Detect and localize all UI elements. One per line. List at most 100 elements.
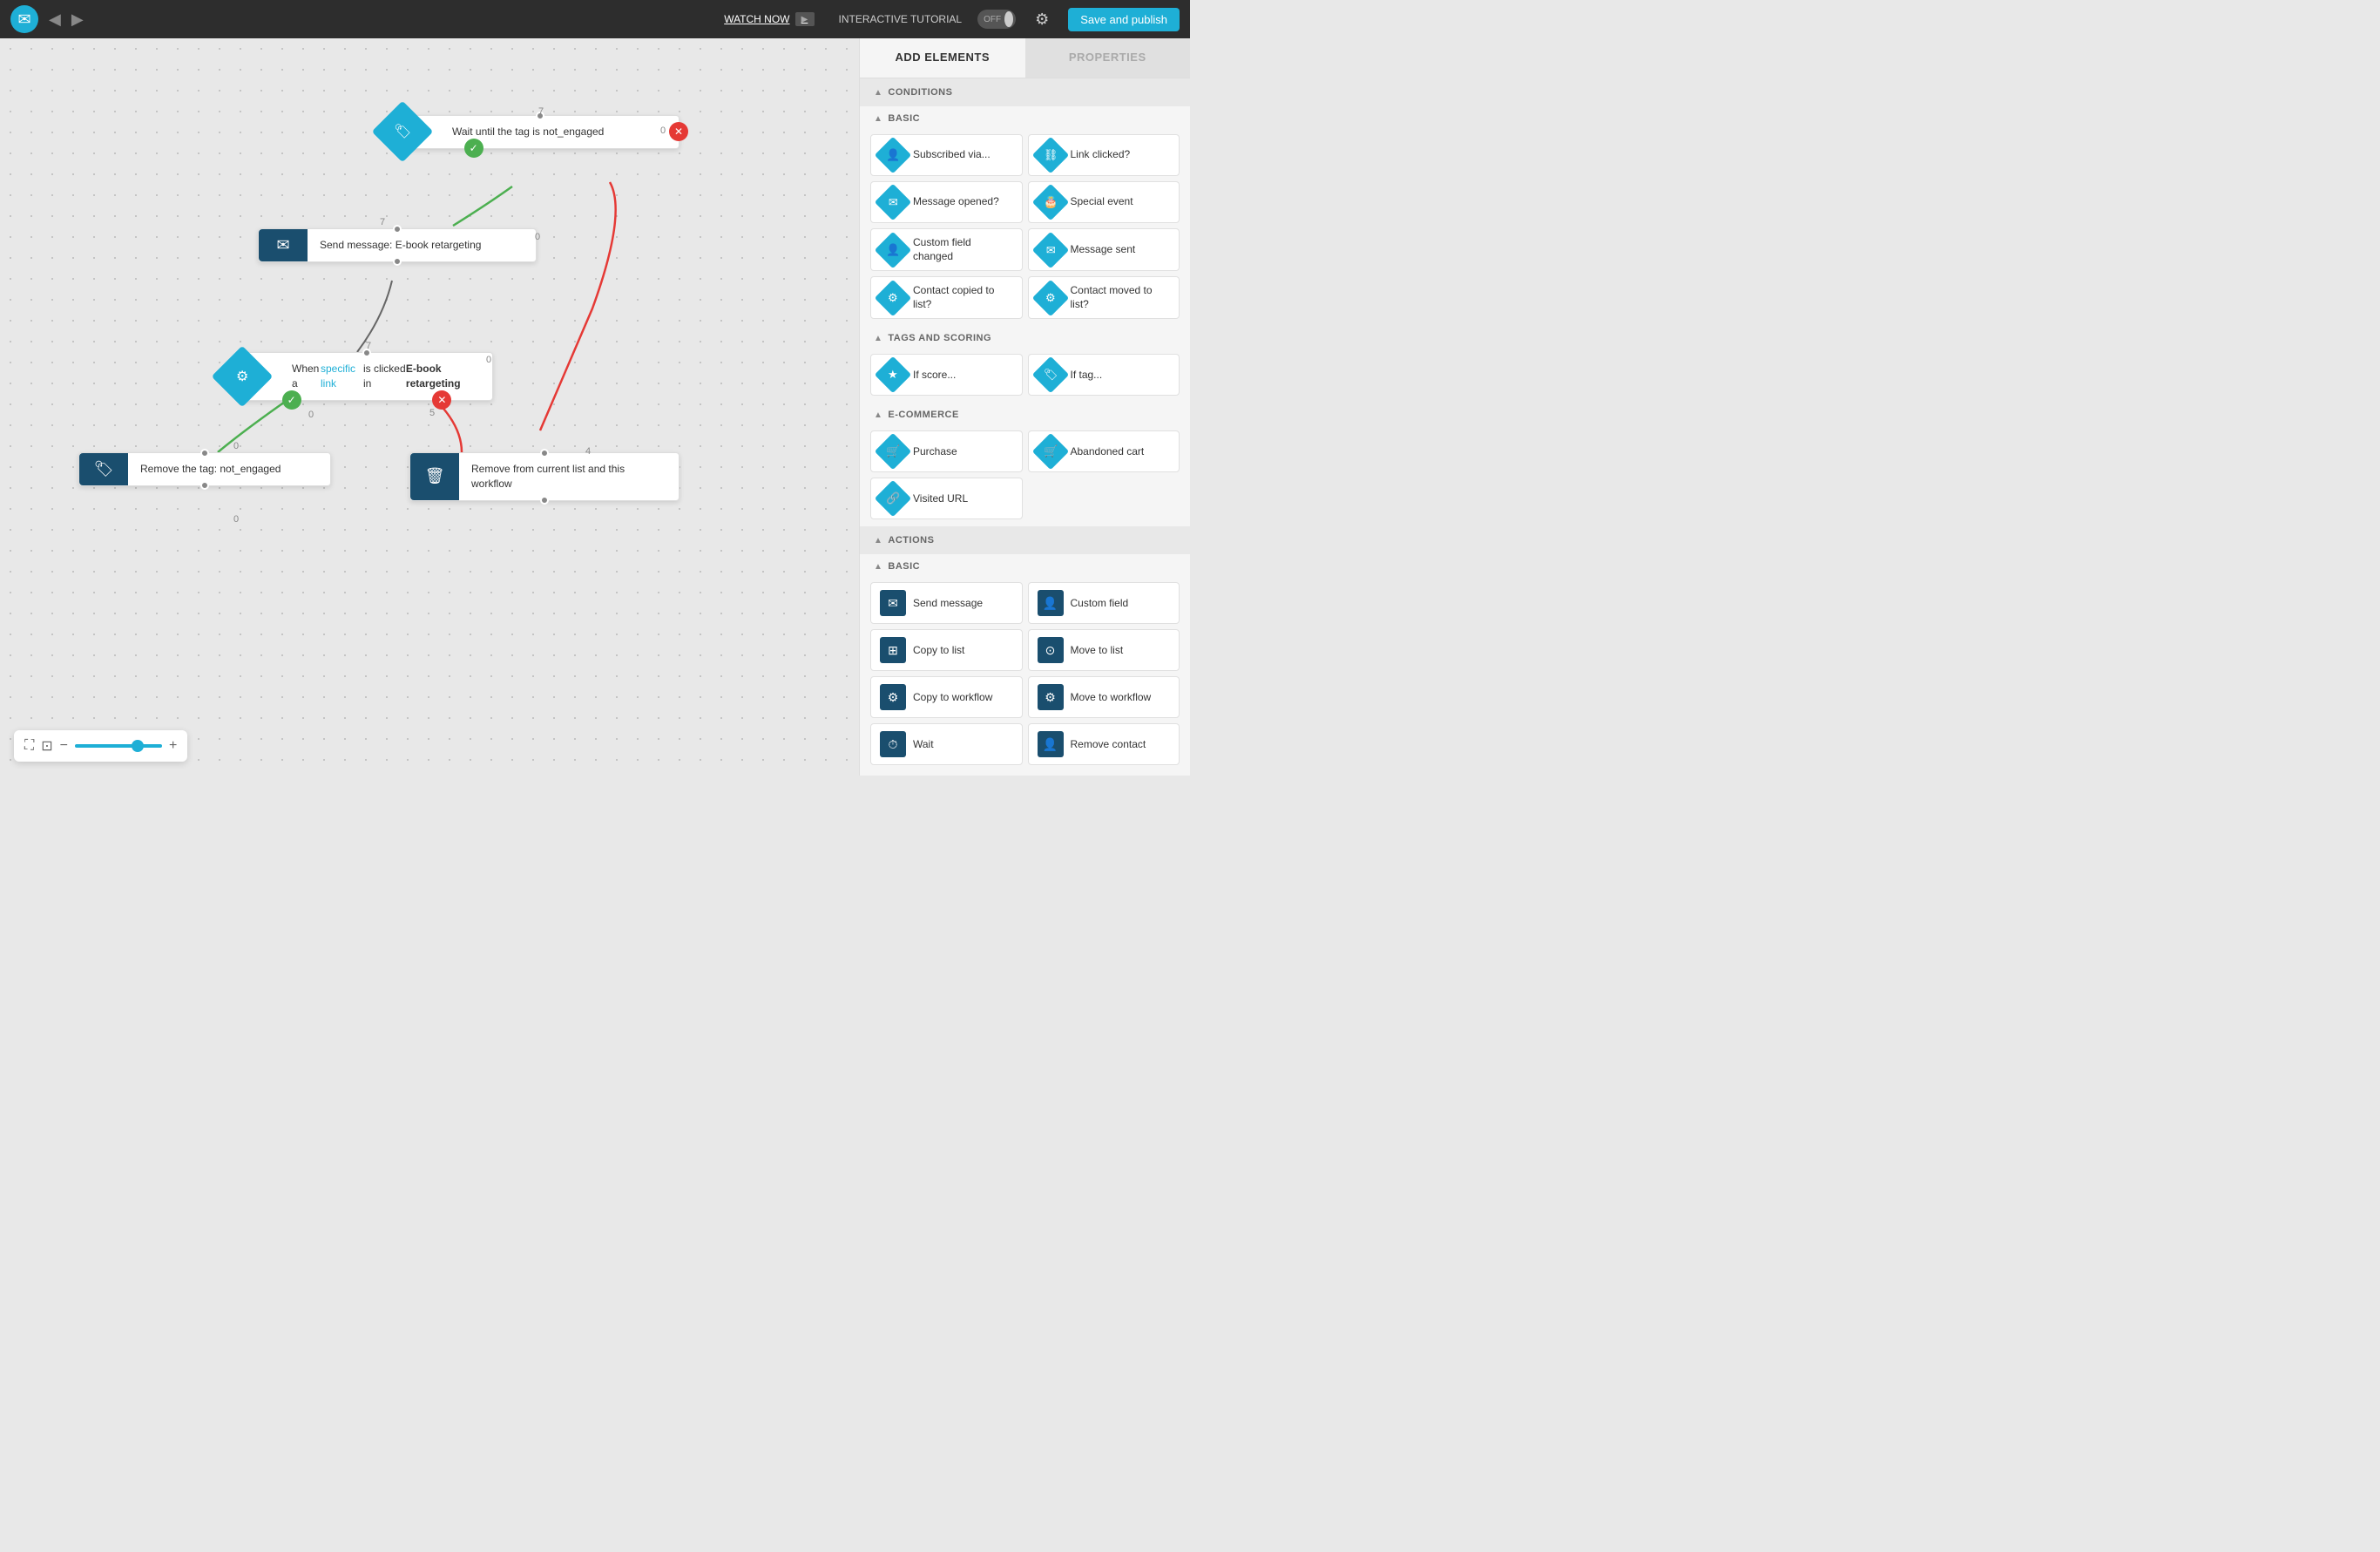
counter-4: 4 bbox=[585, 446, 591, 457]
top-connector-rt[interactable] bbox=[200, 449, 209, 457]
tutorial-label: INTERACTIVE TUTORIAL bbox=[839, 13, 963, 25]
actions-header[interactable]: ▲ ACTIONS bbox=[860, 526, 1190, 554]
subscribed-icon: 👤 bbox=[875, 137, 911, 173]
redo-button[interactable]: ▶ bbox=[71, 10, 84, 29]
link-icon: ⛓ bbox=[1031, 137, 1068, 173]
no-connector[interactable]: ✕ bbox=[669, 122, 688, 141]
tab-add-elements[interactable]: ADD ELEMENTS bbox=[860, 38, 1025, 78]
custom-field-icon: 👤 bbox=[875, 231, 911, 268]
element-subscribed-via[interactable]: 👤 Subscribed via... bbox=[870, 134, 1023, 176]
settings-icon[interactable]: ⚙ bbox=[1035, 10, 1049, 29]
counter-7a: 7 bbox=[538, 106, 544, 117]
element-message-sent[interactable]: ✉ Message sent bbox=[1028, 228, 1180, 271]
tab-properties[interactable]: PROPERTIES bbox=[1025, 38, 1191, 78]
undo-button[interactable]: ◀ bbox=[49, 10, 61, 29]
element-move-to-workflow[interactable]: ⚙ Move to workflow bbox=[1028, 676, 1180, 718]
element-contact-copied[interactable]: ⚙ Contact copied to list? bbox=[870, 276, 1023, 319]
element-visited-url[interactable]: 🔗 Visited URL bbox=[870, 478, 1023, 519]
element-wait[interactable]: ⏱ Wait bbox=[870, 723, 1023, 765]
top-connector-sm[interactable] bbox=[393, 225, 402, 234]
counter-0c: 0 bbox=[486, 355, 491, 365]
zoom-toolbar: ⛶ ⊡ − + bbox=[14, 730, 187, 762]
move-workflow-icon: ⚙ bbox=[1038, 684, 1064, 710]
counter-0e: 0 bbox=[233, 441, 239, 451]
conditions-basic-grid: 👤 Subscribed via... ⛓ Link clicked? ✉ Me… bbox=[860, 127, 1190, 326]
connections-svg bbox=[0, 38, 859, 776]
counter-5: 5 bbox=[429, 408, 435, 418]
counter-0f: 0 bbox=[233, 514, 239, 525]
remove-list-node[interactable]: 🗑 Remove from current list and this work… bbox=[409, 452, 680, 501]
element-link-clicked[interactable]: ⛓ Link clicked? bbox=[1028, 134, 1180, 176]
visited-url-icon: 🔗 bbox=[875, 480, 911, 517]
zoom-slider[interactable] bbox=[75, 744, 162, 748]
yes-connector-lc[interactable]: ✓ bbox=[282, 390, 301, 410]
conditions-basic-header[interactable]: ▲ BASIC bbox=[860, 106, 1190, 127]
tutorial-toggle[interactable]: OFF bbox=[977, 10, 1016, 29]
element-abandoned-cart[interactable]: 🛒 Abandoned cart bbox=[1028, 430, 1180, 472]
purchase-icon: 🛒 bbox=[875, 433, 911, 470]
tags-scoring-grid: ★ If score... 🏷 If tag... bbox=[860, 347, 1190, 403]
bottom-connector-rt[interactable] bbox=[200, 481, 209, 490]
right-panel: ADD ELEMENTS PROPERTIES ▲ CONDITIONS ▲ B… bbox=[859, 38, 1190, 776]
remove-tag-node[interactable]: 🏷 Remove the tag: not_engaged bbox=[78, 452, 331, 486]
element-send-message[interactable]: ✉ Send message bbox=[870, 582, 1023, 624]
save-publish-button[interactable]: Save and publish bbox=[1068, 8, 1180, 31]
zoom-out-button[interactable]: − bbox=[60, 738, 68, 754]
element-copy-to-list[interactable]: ⊞ Copy to list bbox=[870, 629, 1023, 671]
remove-tag-icon: 🏷 bbox=[79, 453, 128, 485]
main-layout: 🏷 Wait until the tag is not_engaged ✓ ✕ … bbox=[0, 38, 1190, 776]
element-custom-field-changed[interactable]: 👤 Custom field changed bbox=[870, 228, 1023, 271]
zoom-thumb[interactable] bbox=[132, 740, 144, 752]
element-contact-moved[interactable]: ⚙ Contact moved to list? bbox=[1028, 276, 1180, 319]
tag-icon: 🏷 bbox=[1031, 356, 1068, 393]
yes-connector[interactable]: ✓ bbox=[464, 139, 483, 158]
workflow-canvas[interactable]: 🏷 Wait until the tag is not_engaged ✓ ✕ … bbox=[0, 38, 859, 776]
fit-button[interactable]: ⛶ bbox=[24, 738, 34, 754]
copy-list-icon: ⊞ bbox=[880, 637, 906, 663]
element-if-score[interactable]: ★ If score... bbox=[870, 354, 1023, 396]
element-copy-to-workflow[interactable]: ⚙ Copy to workflow bbox=[870, 676, 1023, 718]
wait-tag-node[interactable]: 🏷 Wait until the tag is not_engaged ✓ ✕ bbox=[401, 115, 680, 149]
actions-arrow: ▲ bbox=[874, 536, 882, 546]
no-connector-lc[interactable]: ✕ bbox=[432, 390, 451, 410]
element-message-opened[interactable]: ✉ Message opened? bbox=[870, 181, 1023, 223]
remove-list-icon: 🗑 bbox=[410, 453, 459, 500]
counter-7c: 7 bbox=[366, 341, 371, 351]
toggle-knob bbox=[1004, 11, 1013, 27]
bottom-connector-sm[interactable] bbox=[393, 257, 402, 266]
ecommerce-header[interactable]: ▲ E-COMMERCE bbox=[860, 403, 1190, 424]
counter-0a: 0 bbox=[660, 125, 666, 136]
custom-field-action-icon: 👤 bbox=[1038, 590, 1064, 616]
contact-moved-icon: ⚙ bbox=[1031, 280, 1068, 316]
conditions-header[interactable]: ▲ CONDITIONS bbox=[860, 78, 1190, 106]
counter-0b: 0 bbox=[535, 232, 540, 242]
actions-grid: ✉ Send message 👤 Custom field ⊞ Copy to … bbox=[860, 575, 1190, 772]
element-if-tag[interactable]: 🏷 If tag... bbox=[1028, 354, 1180, 396]
conditions-arrow: ▲ bbox=[874, 88, 882, 98]
actions-section: ▲ ACTIONS ▲ BASIC ✉ Send message 👤 Custo… bbox=[860, 526, 1190, 772]
element-move-to-list[interactable]: ⊙ Move to list bbox=[1028, 629, 1180, 671]
link-clicked-node[interactable]: ⚙ When a specific link is clicked in E-b… bbox=[240, 352, 493, 401]
specific-link[interactable]: specific link bbox=[321, 362, 363, 391]
send-message-icon: ✉ bbox=[259, 229, 308, 261]
bottom-connector-rl[interactable] bbox=[540, 496, 549, 505]
top-connector-rl[interactable] bbox=[540, 449, 549, 457]
zoom-in-button[interactable]: + bbox=[169, 738, 177, 754]
remove-contact-icon: 👤 bbox=[1038, 731, 1064, 757]
link-diamond-icon: ⚙ bbox=[236, 368, 248, 385]
actions-basic-header[interactable]: ▲ BASIC bbox=[860, 554, 1190, 575]
element-purchase[interactable]: 🛒 Purchase bbox=[870, 430, 1023, 472]
tags-scoring-header[interactable]: ▲ TAGS AND SCORING bbox=[860, 326, 1190, 347]
panel-tabs: ADD ELEMENTS PROPERTIES bbox=[860, 38, 1190, 78]
watch-now-button[interactable]: WATCH NOW ▶ bbox=[724, 12, 814, 26]
element-special-event[interactable]: 🎂 Special event bbox=[1028, 181, 1180, 223]
conditions-section: ▲ CONDITIONS ▲ BASIC 👤 Subscribed via...… bbox=[860, 78, 1190, 526]
send-message-node[interactable]: ✉ Send message: E-book retargeting bbox=[258, 228, 537, 262]
contact-copied-icon: ⚙ bbox=[875, 280, 911, 316]
msg-sent-icon: ✉ bbox=[1031, 231, 1068, 268]
element-remove-contact[interactable]: 👤 Remove contact bbox=[1028, 723, 1180, 765]
send-message-action-icon: ✉ bbox=[880, 590, 906, 616]
remove-list-label: Remove from current list and this workfl… bbox=[459, 453, 679, 500]
frame-button[interactable]: ⊡ bbox=[41, 737, 52, 755]
element-custom-field-action[interactable]: 👤 Custom field bbox=[1028, 582, 1180, 624]
